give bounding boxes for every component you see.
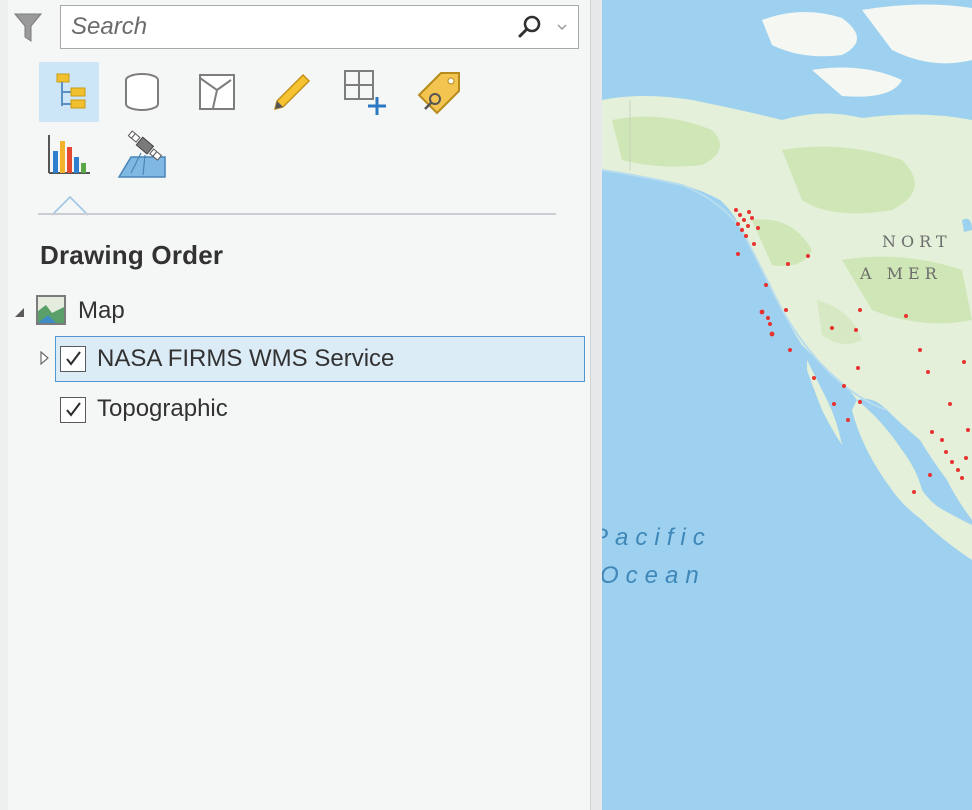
list-by-snapping-button[interactable]	[336, 62, 396, 122]
pane-splitter[interactable]	[590, 0, 602, 810]
search-field[interactable]	[60, 5, 579, 49]
layer-visibility-checkbox[interactable]	[60, 397, 86, 423]
expanded-triangle-icon[interactable]	[12, 305, 26, 319]
pane-edge	[0, 0, 8, 810]
list-by-editing-button[interactable]	[261, 62, 321, 122]
layer-label[interactable]: Topographic	[97, 395, 228, 423]
basemap-topographic	[602, 0, 972, 810]
search-icon[interactable]	[517, 14, 543, 40]
list-by-labeling-button[interactable]	[410, 62, 470, 122]
chevron-down-icon[interactable]	[556, 22, 568, 32]
list-by-editing-icon	[273, 73, 311, 111]
list-by-selection-icon	[199, 74, 235, 110]
north-america-label-1: NORT	[882, 232, 952, 251]
map-node-label[interactable]: Map	[78, 297, 125, 325]
list-by-labeling-icon	[417, 72, 460, 115]
list-by-drawing-order-button[interactable]	[39, 62, 99, 122]
map-thumbnail-icon	[36, 295, 66, 325]
list-by-selection-button[interactable]	[187, 62, 247, 122]
filter-icon[interactable]	[14, 12, 42, 44]
list-by-data-source-icon	[125, 73, 159, 111]
tab-divider	[38, 213, 556, 215]
list-by-charts-icon	[48, 135, 90, 174]
list-by-drawing-order-icon	[56, 73, 86, 109]
search-input[interactable]	[61, 6, 521, 48]
ocean-label: Ocean	[602, 562, 706, 589]
list-by-data-source-button[interactable]	[112, 62, 172, 122]
checkmark-icon	[66, 402, 81, 417]
pane-splitter-line	[590, 0, 591, 810]
checkmark-icon	[66, 351, 81, 366]
drawing-order-heading: Drawing Order	[40, 240, 224, 270]
list-by-perspective-imagery-button[interactable]	[112, 124, 172, 184]
layer-label[interactable]: NASA FIRMS WMS Service	[97, 345, 394, 373]
list-by-snapping-icon	[344, 70, 386, 115]
list-by-perspective-imagery-icon	[117, 130, 166, 178]
pacific-label: Pacific	[602, 524, 712, 551]
north-america-label-2: A MER	[860, 264, 942, 283]
layer-visibility-checkbox[interactable]	[60, 346, 86, 372]
contents-pane: Drawing Order Map NASA FIRMS WMS Service…	[0, 0, 590, 810]
map-view[interactable]: NORT A MER Pacific Ocean	[602, 0, 972, 810]
collapsed-triangle-icon[interactable]	[37, 351, 51, 365]
list-by-charts-button[interactable]	[39, 124, 99, 184]
